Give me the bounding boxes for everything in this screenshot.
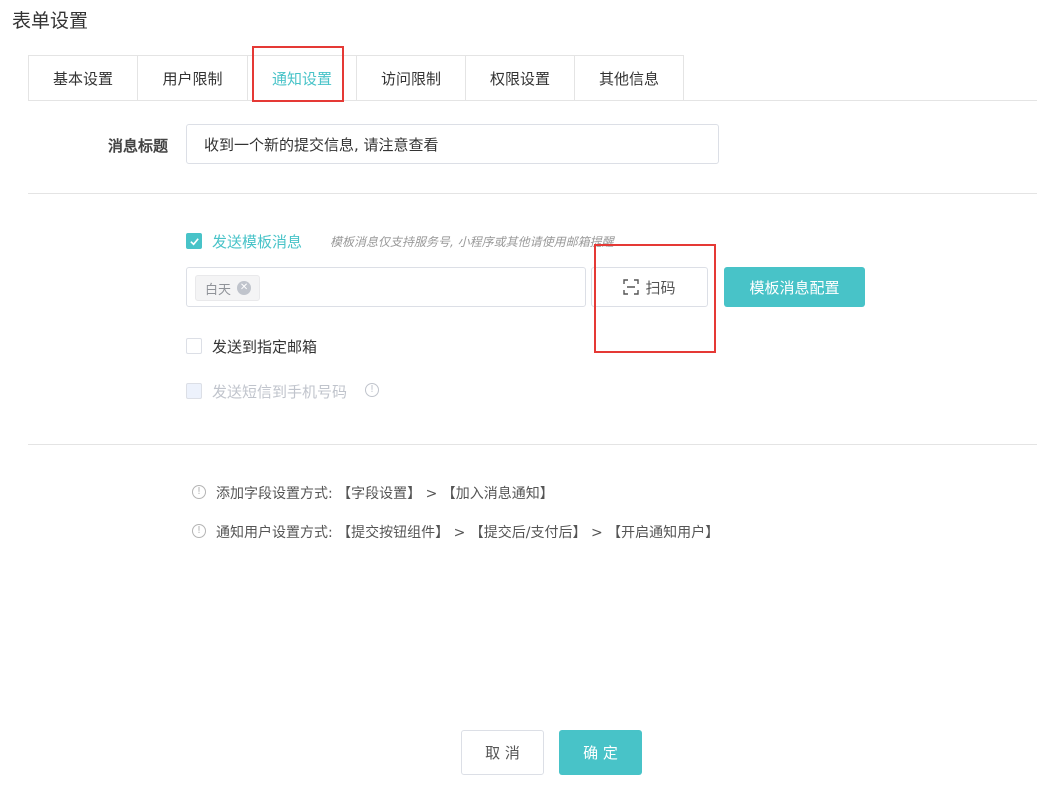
- tab-permission-settings[interactable]: 权限设置: [466, 55, 575, 101]
- page-title: 表单设置: [12, 10, 89, 32]
- template-tag: 白天 ✕: [195, 275, 261, 301]
- email-checkbox[interactable]: [186, 338, 202, 354]
- cancel-button[interactable]: 取 消: [461, 730, 544, 775]
- field-setting-tip: 添加字段设置方式: 【字段设置】 > 【加入消息通知】: [216, 486, 554, 502]
- tab-other-info[interactable]: 其他信息: [575, 55, 684, 101]
- info-icon: !: [192, 485, 206, 499]
- template-tag-input[interactable]: 白天 ✕: [186, 267, 586, 307]
- template-config-button[interactable]: 模板消息配置: [724, 267, 865, 307]
- scan-icon: [623, 279, 640, 295]
- confirm-button[interactable]: 确 定: [559, 730, 642, 775]
- message-title-input[interactable]: [186, 124, 719, 164]
- template-message-hint: 模板消息仅支持服务号, 小程序或其他请使用邮箱提醒: [330, 235, 614, 249]
- sms-info-icon[interactable]: !: [365, 383, 379, 397]
- tabs-divider: [28, 100, 1037, 101]
- scan-button[interactable]: 扫码: [591, 267, 708, 307]
- message-title-label: 消息标题: [108, 137, 169, 155]
- sms-label: 发送短信到手机号码: [212, 383, 348, 401]
- scan-button-label: 扫码: [645, 278, 676, 297]
- check-icon: [189, 237, 199, 245]
- tab-notification-settings[interactable]: 通知设置: [248, 55, 357, 101]
- sms-checkbox[interactable]: [186, 383, 202, 399]
- email-label[interactable]: 发送到指定邮箱: [212, 336, 317, 357]
- template-tag-label: 白天: [205, 282, 232, 298]
- template-message-label[interactable]: 发送模板消息: [212, 231, 302, 252]
- section-divider: [28, 193, 1037, 194]
- tab-access-limit[interactable]: 访问限制: [357, 55, 466, 101]
- tab-user-limit[interactable]: 用户限制: [138, 55, 248, 101]
- settings-tabs: 基本设置 用户限制 通知设置 访问限制 权限设置 其他信息: [28, 55, 684, 101]
- info-icon: !: [192, 524, 206, 538]
- template-message-checkbox[interactable]: [186, 233, 202, 249]
- tab-basic-settings[interactable]: 基本设置: [28, 55, 138, 101]
- notify-user-tip: 通知用户设置方式: 【提交按钮组件】 > 【提交后/支付后】 > 【开启通知用户…: [216, 525, 720, 541]
- section-divider: [28, 444, 1037, 445]
- tag-close-icon[interactable]: ✕: [237, 281, 252, 295]
